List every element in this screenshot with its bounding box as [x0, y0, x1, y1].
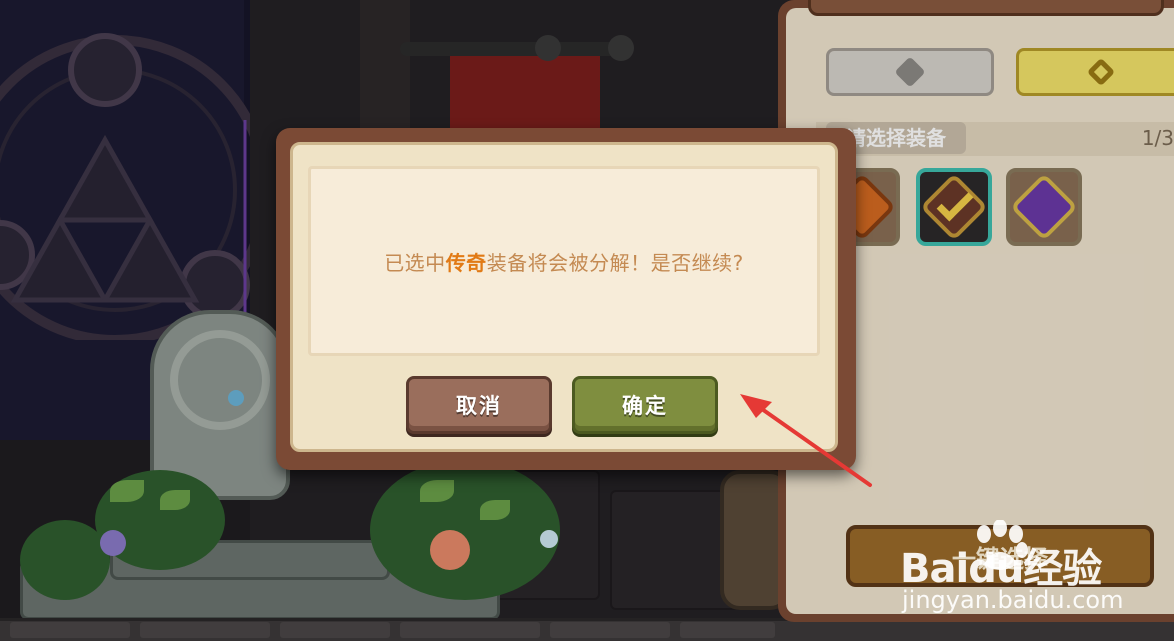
message-prefix: 已选中	[384, 250, 446, 275]
legendary-highlight: 传奇	[445, 250, 487, 275]
cancel-button[interactable]: 取消	[406, 376, 552, 434]
dialog-message-box: 已选中传奇装备将会被分解！是否继续?	[308, 166, 820, 356]
baidu-watermark: Baidu经验 jingyan.baidu.com	[900, 520, 1170, 630]
watermark-url: jingyan.baidu.com	[902, 586, 1124, 614]
red-arrow-icon	[740, 394, 872, 487]
message-suffix: 装备将会被分解！是否继续?	[486, 250, 744, 275]
confirm-button[interactable]: 确定	[572, 376, 718, 434]
dialog-message: 已选中传奇装备将会被分解！是否继续?	[384, 247, 744, 276]
